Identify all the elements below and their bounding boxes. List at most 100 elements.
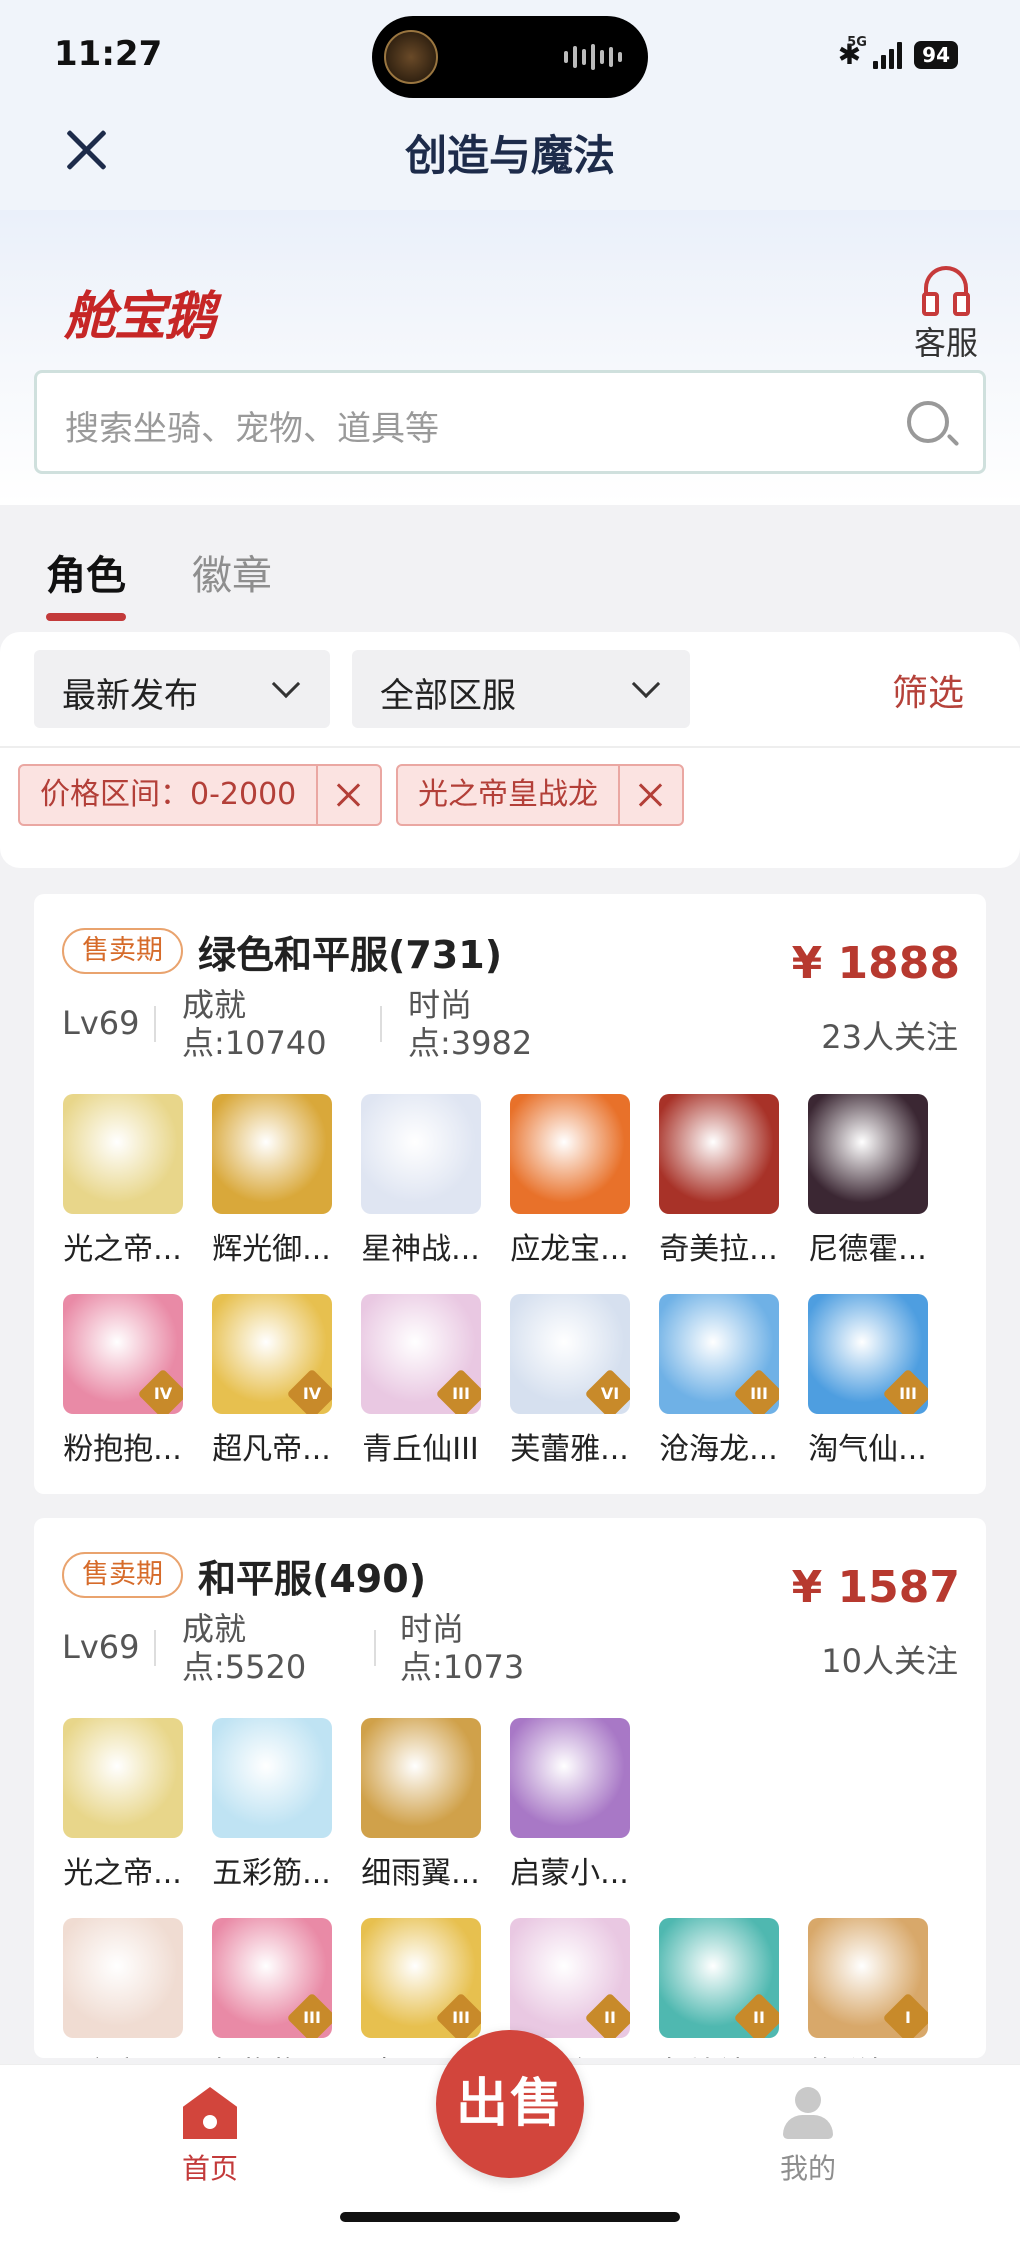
- item-thumb[interactable]: VI 芙蕾雅...: [495, 1294, 644, 1468]
- search-icon[interactable]: [907, 401, 949, 443]
- achievement-stat: 成就 点:10740: [182, 986, 327, 1062]
- sort-value: 最新发布: [62, 676, 198, 716]
- chip-label: 价格区间：0-2000: [20, 766, 319, 824]
- item-thumb[interactable]: I 炸弹松...: [793, 1918, 942, 2058]
- pink-bear-icon: III: [211, 1918, 332, 2038]
- item-thumb[interactable]: II 归墟鲨...: [644, 1918, 793, 2058]
- tab-me-label: 我的: [779, 2152, 836, 2185]
- item-label: 星神战...: [361, 1232, 480, 1267]
- chevron-down-icon: [271, 669, 301, 699]
- gold-armor-icon: IV: [211, 1294, 332, 1414]
- customer-service-button[interactable]: 客服: [908, 266, 984, 364]
- sort-dropdown[interactable]: 最新发布: [34, 650, 330, 728]
- item-label: 启蒙小...: [510, 1856, 629, 1891]
- tier-badge: II: [584, 1992, 630, 2038]
- filter-button[interactable]: 筛选: [892, 664, 964, 716]
- price: ¥ 1888: [791, 938, 960, 989]
- item-label: 青丘仙III: [362, 1432, 479, 1467]
- remove-chip-icon[interactable]: [620, 766, 682, 824]
- item-thumb[interactable]: III 淘气仙...: [793, 1294, 942, 1468]
- item-label: 细雨翼...: [361, 1856, 480, 1891]
- fashion-stat: 时尚 点:3982: [408, 986, 533, 1062]
- signal-icon: 5G: [847, 35, 903, 69]
- status-badge: 售卖期: [62, 928, 183, 974]
- item-thumb[interactable]: 星神战...: [346, 1094, 495, 1268]
- brand-banner: 舱宝鹅 客服 搜索坐骑、宠物、道具等: [0, 210, 1020, 505]
- headset-icon: [922, 266, 970, 316]
- white-dragon-icon: [360, 1094, 481, 1214]
- item-label: 芙蕾雅...: [510, 1432, 629, 1467]
- tier-badge: IV: [286, 1368, 332, 1414]
- sell-button[interactable]: 出售: [436, 2030, 584, 2178]
- search-placeholder: 搜索坐骑、宠物、道具等: [65, 409, 439, 449]
- home-icon: [183, 2087, 237, 2139]
- item-thumb[interactable]: III超凡...: [346, 1918, 495, 2058]
- item-thumb[interactable]: III 沧海龙...: [644, 1294, 793, 1468]
- item-thumb[interactable]: 五彩筋...: [197, 1718, 346, 1892]
- dark-dragon-icon: [807, 1094, 928, 1214]
- remove-chip-icon[interactable]: [318, 766, 380, 824]
- goddess-icon: VI: [509, 1294, 630, 1414]
- item-thumb[interactable]: III 青丘仙III: [346, 1294, 495, 1468]
- filter-chip-price: 价格区间：0-2000: [18, 764, 383, 826]
- item-row: 光之帝... 辉光御... 星神战... 应龙宝... 奇美拉... 尼德霍...: [48, 1094, 942, 1268]
- chip-label: 光之帝皇战龙: [398, 766, 620, 824]
- item-thumb[interactable]: 奇美拉...: [644, 1094, 793, 1268]
- item-label: 炸弹松...: [793, 2048, 942, 2058]
- item-label: 辉光御...: [212, 1232, 331, 1267]
- white-deer-icon: [509, 1718, 630, 1838]
- sea-dragon-icon: III: [658, 1294, 779, 1414]
- item-thumb[interactable]: 尼德霍...: [793, 1094, 942, 1268]
- server-name: 和平服(490): [198, 1557, 427, 1601]
- tab-home[interactable]: 首页: [150, 2087, 270, 2187]
- item-label: 应龙宝...: [510, 1232, 629, 1267]
- filter-panel: 最新发布 全部区服 筛选 价格区间：0-2000 光之帝皇战龙: [0, 632, 1020, 868]
- item-label: 归墟鲨...: [644, 2048, 793, 2058]
- item-label: 超凡帝...: [212, 1432, 331, 1467]
- item-thumb[interactable]: III 粉抱抱...: [197, 1918, 346, 2058]
- level: Lv69: [62, 1004, 140, 1042]
- price: ¥ 1587: [791, 1562, 960, 1613]
- golden-shrine-icon: [211, 1094, 332, 1214]
- divider: [374, 1630, 376, 1666]
- listing-card[interactable]: 售卖期 和平服(490) ¥ 1587 10人关注 Lv69 成就 点:5520…: [34, 1518, 986, 2058]
- tab-role[interactable]: 角色: [46, 543, 126, 621]
- item-thumb[interactable]: 光之帝...: [48, 1718, 197, 1892]
- item-thumb[interactable]: 启蒙小...: [495, 1718, 644, 1892]
- tab-me[interactable]: 我的: [748, 2087, 868, 2187]
- item-label: 奇美拉...: [659, 1232, 778, 1267]
- fashion-stat: 时尚 点:1073: [400, 1610, 525, 1686]
- divider: [154, 1630, 156, 1666]
- filter-chip-item: 光之帝皇战龙: [396, 764, 684, 826]
- divider: [154, 1006, 156, 1042]
- user-icon: [781, 2087, 835, 2139]
- tab-home-label: 首页: [181, 2152, 238, 2185]
- item-thumb[interactable]: 琉璃...: [48, 1918, 197, 2058]
- tab-badge[interactable]: 徽章: [192, 543, 272, 601]
- item-thumb[interactable]: 辉光御...: [197, 1094, 346, 1268]
- listing-card[interactable]: 售卖期 绿色和平服(731) ¥ 1888 23人关注 Lv69 成就 点:10…: [34, 894, 986, 1494]
- pink-bear-icon: IV: [62, 1294, 183, 1414]
- item-label: 光之帝...: [63, 1856, 182, 1891]
- dynamic-island: [372, 16, 648, 98]
- item-label: 光之帝...: [63, 1232, 182, 1267]
- divider: [0, 746, 1020, 748]
- follow-count: 10人关注: [821, 1642, 958, 1680]
- chimera-icon: [658, 1094, 779, 1214]
- item-label: 尼德霍...: [808, 1232, 927, 1267]
- tier-badge: I: [882, 1992, 928, 2038]
- achievement-stat: 成就 点:5520: [182, 1610, 307, 1686]
- squirrel-icon: I: [807, 1918, 928, 2038]
- gold-armor-icon: III: [360, 1918, 481, 2038]
- server-dropdown[interactable]: 全部区服: [352, 650, 690, 728]
- item-thumb[interactable]: 应龙宝...: [495, 1094, 644, 1268]
- blue-dog-icon: III: [807, 1294, 928, 1414]
- item-label: 五彩筋...: [212, 1856, 331, 1891]
- item-thumb[interactable]: IV 粉抱抱...: [48, 1294, 197, 1468]
- clock: 11:27: [54, 34, 163, 74]
- item-thumb[interactable]: 光之帝...: [48, 1094, 197, 1268]
- item-thumb[interactable]: 细雨翼...: [346, 1718, 495, 1892]
- search-input[interactable]: 搜索坐骑、宠物、道具等: [34, 370, 986, 474]
- category-tabs: 角色 徽章: [0, 505, 1020, 635]
- item-thumb[interactable]: IV 超凡帝...: [197, 1294, 346, 1468]
